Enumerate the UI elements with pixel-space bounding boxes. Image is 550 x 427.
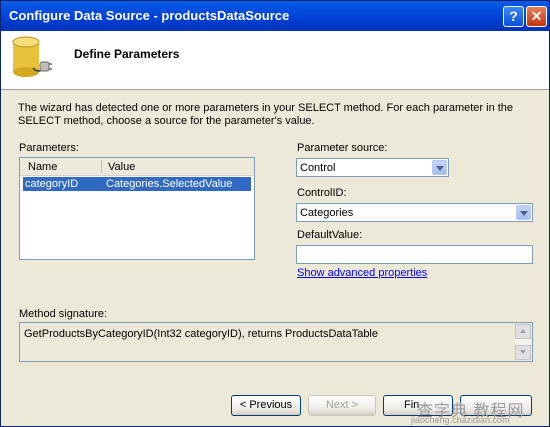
parameter-source-value: Control [300,162,336,174]
column-header-value[interactable]: Value [108,161,135,173]
previous-button[interactable]: < Previous [231,395,301,416]
title-bar[interactable]: Configure Data Source - productsDataSour… [1,1,549,31]
chevron-down-icon[interactable] [516,205,531,220]
next-button[interactable]: Next > [308,395,376,416]
parameters-label: Parameters: [19,142,79,154]
method-signature-text: GetProductsByCategoryID(Int32 categoryID… [24,328,378,340]
parameter-row[interactable]: categoryID Categories.SelectedValue [23,177,251,191]
parameter-name: categoryID [25,178,79,190]
controlid-value: Categories [300,207,354,219]
scroll-down-icon[interactable] [515,345,531,360]
page-title: Define Parameters [74,47,180,61]
show-advanced-properties-link[interactable]: Show advanced properties [297,267,427,279]
listview-header: Name Value [20,158,254,176]
defaultvalue-label: DefaultValue: [297,229,363,241]
watermark-sub: jiaocheng.chazidian.com [411,415,510,425]
close-button[interactable]: ✕ [526,6,547,27]
parameter-source-label: Parameter source: [297,142,388,154]
database-plug-icon [12,36,52,77]
dialog-window: Configure Data Source - productsDataSour… [0,0,550,427]
window-title: Configure Data Source - productsDataSour… [9,8,290,23]
column-separator[interactable] [101,160,102,173]
column-header-name[interactable]: Name [28,161,57,173]
watermark: 查字典 教程网 jiaocheng.chazidian.com [411,397,549,426]
method-signature-label: Method signature: [19,308,108,320]
wizard-header: Define Parameters [1,31,549,90]
controlid-dropdown[interactable]: Categories [296,203,533,222]
help-button[interactable]: ? [503,6,524,27]
intro-text: The wizard has detected one or more para… [18,102,514,127]
parameters-listview[interactable]: Name Value categoryID Categories.Selecte… [19,157,255,260]
scroll-up-icon[interactable] [515,324,531,339]
method-signature-box[interactable]: GetProductsByCategoryID(Int32 categoryID… [19,322,533,362]
controlid-label: ControlID: [297,187,347,199]
parameter-value: Categories.SelectedValue [106,178,233,190]
scrollbar[interactable] [515,324,531,360]
defaultvalue-input[interactable] [296,245,533,264]
parameter-source-dropdown[interactable]: Control [296,158,449,177]
chevron-down-icon[interactable] [432,160,447,175]
